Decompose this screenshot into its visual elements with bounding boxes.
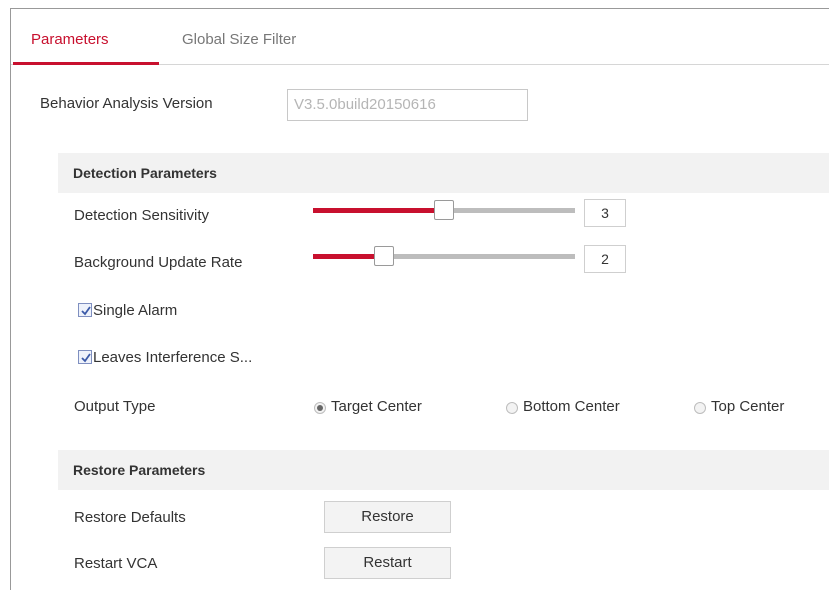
background-update-rate-slider[interactable] [313,246,575,266]
background-update-rate-label: Background Update Rate [74,254,243,271]
active-tab-indicator [13,62,159,65]
leaves-interference-checkbox[interactable] [78,350,92,364]
vca-config-panel: Parameters Global Size Filter Behavior A… [10,8,829,590]
tab-bar: Parameters Global Size Filter [11,9,829,65]
version-label: Behavior Analysis Version [40,95,213,112]
leaves-interference-label: Leaves Interference S... [93,349,253,366]
background-update-rate-value[interactable]: 2 [584,245,626,273]
output-type-target-center-label: Target Center [331,398,422,415]
single-alarm-checkbox[interactable] [78,303,92,317]
restart-button[interactable]: Restart [324,547,451,579]
output-type-bottom-center-radio[interactable] [506,402,518,414]
restore-defaults-label: Restore Defaults [74,509,186,526]
restore-parameters-title: Restore Parameters [73,462,206,478]
detection-parameters-title: Detection Parameters [73,165,217,181]
version-field: V3.5.0build20150616 [287,89,528,121]
output-type-target-center-radio[interactable] [314,402,326,414]
output-type-label: Output Type [74,398,156,415]
output-type-top-center-radio[interactable] [694,402,706,414]
detection-sensitivity-slider-handle[interactable] [434,200,454,220]
single-alarm-label: Single Alarm [93,302,178,319]
detection-sensitivity-label: Detection Sensitivity [74,207,210,224]
detection-sensitivity-slider[interactable] [313,200,575,220]
output-type-top-center-label: Top Center [711,398,785,415]
detection-sensitivity-value[interactable]: 3 [584,199,626,227]
tab-global-size-filter[interactable]: Global Size Filter [182,31,296,48]
restore-button[interactable]: Restore [324,501,451,533]
background-update-rate-slider-handle[interactable] [374,246,394,266]
restore-parameters-header: Restore Parameters [58,450,829,490]
checkmark-icon [81,306,91,316]
output-type-bottom-center-label: Bottom Center [523,398,620,415]
detection-parameters-header: Detection Parameters [58,153,829,193]
tab-parameters[interactable]: Parameters [31,31,109,48]
detection-sensitivity-slider-fill [313,208,444,213]
checkmark-icon [81,353,91,363]
restart-vca-label: Restart VCA [74,555,158,572]
